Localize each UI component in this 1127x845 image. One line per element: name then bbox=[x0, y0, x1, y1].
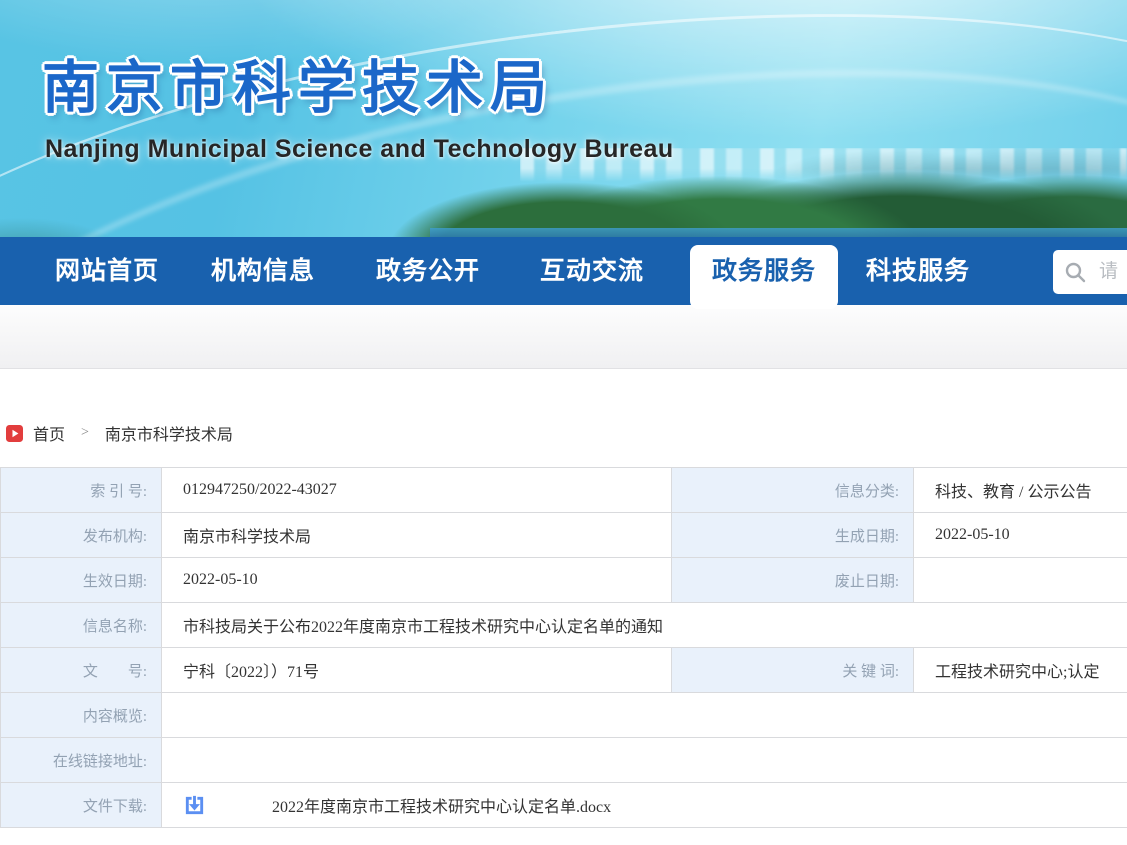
field-label-content-overview: 内容概览: bbox=[1, 693, 162, 738]
nav-item-org-info[interactable]: 机构信息 bbox=[211, 237, 315, 305]
breadcrumb: 首页 > 南京市科学技术局 bbox=[6, 420, 233, 446]
site-banner: 南京市科学技术局 Nanjing Municipal Science and T… bbox=[0, 0, 1127, 237]
page: 南京市科学技术局 Nanjing Municipal Science and T… bbox=[0, 0, 1127, 845]
download-file-link[interactable]: 2022年度南京市工程技术研究中心认定名单.docx bbox=[272, 793, 611, 817]
download-icon[interactable] bbox=[183, 794, 206, 817]
play-badge-icon bbox=[6, 425, 23, 442]
field-value-effective-date: 2022-05-10 bbox=[162, 558, 672, 603]
breadcrumb-separator: > bbox=[81, 425, 89, 441]
table-row: 内容概览: bbox=[1, 693, 1127, 738]
field-value-publisher: 南京市科学技术局 bbox=[162, 513, 672, 558]
field-value-expiry-date bbox=[914, 558, 1127, 603]
site-title-en: Nanjing Municipal Science and Technology… bbox=[45, 135, 674, 164]
table-row: 索 引 号: 012947250/2022-43027 信息分类: 科技、教育 … bbox=[1, 468, 1127, 513]
field-value-info-name: 市科技局关于公布2022年度南京市工程技术研究中心认定名单的通知 bbox=[162, 603, 1127, 648]
table-row: 信息名称: 市科技局关于公布2022年度南京市工程技术研究中心认定名单的通知 bbox=[1, 603, 1127, 648]
field-value-content-overview bbox=[162, 693, 1127, 738]
search-box[interactable] bbox=[1053, 250, 1127, 294]
table-row: 在线链接地址: bbox=[1, 738, 1127, 783]
secondary-nav-strip bbox=[0, 305, 1127, 369]
field-value-keywords: 工程技术研究中心;认定 bbox=[914, 648, 1127, 693]
nav-item-gov-service-active[interactable]: 政务服务 bbox=[690, 245, 838, 309]
table-row: 文件下载: 2022年度南京市工程技术研究中心认定名单.docx bbox=[1, 783, 1127, 828]
nav-item-gov-open[interactable]: 政务公开 bbox=[376, 237, 480, 305]
field-value-online-link bbox=[162, 738, 1127, 783]
table-row: 发布机构: 南京市科学技术局 生成日期: 2022-05-10 bbox=[1, 513, 1127, 558]
nav-item-home[interactable]: 网站首页 bbox=[55, 237, 159, 305]
field-value-index-no: 012947250/2022-43027 bbox=[162, 468, 672, 513]
field-label-doc-number: 文 号: bbox=[1, 648, 162, 693]
main-nav: 网站首页 机构信息 政务公开 互动交流 政务服务 科技服务 bbox=[0, 237, 1127, 305]
search-input[interactable] bbox=[1099, 261, 1127, 283]
field-value-doc-number: 宁科〔2022〕）71号 bbox=[162, 648, 672, 693]
banner-water bbox=[430, 228, 1127, 237]
breadcrumb-current-page: 南京市科学技术局 bbox=[105, 421, 233, 445]
field-label-created-date: 生成日期: bbox=[672, 513, 914, 558]
breadcrumb-home-link[interactable]: 首页 bbox=[33, 421, 65, 445]
field-label-keywords: 关 键 词: bbox=[672, 648, 914, 693]
search-icon[interactable] bbox=[1063, 260, 1087, 284]
field-value-info-category: 科技、教育 / 公示公告 bbox=[914, 468, 1127, 513]
field-value-created-date: 2022-05-10 bbox=[914, 513, 1127, 558]
table-row: 文 号: 宁科〔2022〕）71号 关 键 词: 工程技术研究中心;认定 bbox=[1, 648, 1127, 693]
field-label-effective-date: 生效日期: bbox=[1, 558, 162, 603]
nav-item-tech-service[interactable]: 科技服务 bbox=[866, 237, 970, 305]
field-label-info-category: 信息分类: bbox=[672, 468, 914, 513]
field-label-file-download: 文件下载: bbox=[1, 783, 162, 828]
field-value-file-download: 2022年度南京市工程技术研究中心认定名单.docx bbox=[162, 783, 1127, 828]
document-info-table: 索 引 号: 012947250/2022-43027 信息分类: 科技、教育 … bbox=[0, 467, 1127, 828]
nav-item-interaction[interactable]: 互动交流 bbox=[540, 237, 644, 305]
table-row: 生效日期: 2022-05-10 废止日期: bbox=[1, 558, 1127, 603]
field-label-expiry-date: 废止日期: bbox=[672, 558, 914, 603]
site-title-cn: 南京市科学技术局 bbox=[42, 42, 554, 124]
field-label-online-link: 在线链接地址: bbox=[1, 738, 162, 783]
field-label-index-no: 索 引 号: bbox=[1, 468, 162, 513]
field-label-publisher: 发布机构: bbox=[1, 513, 162, 558]
field-label-info-name: 信息名称: bbox=[1, 603, 162, 648]
